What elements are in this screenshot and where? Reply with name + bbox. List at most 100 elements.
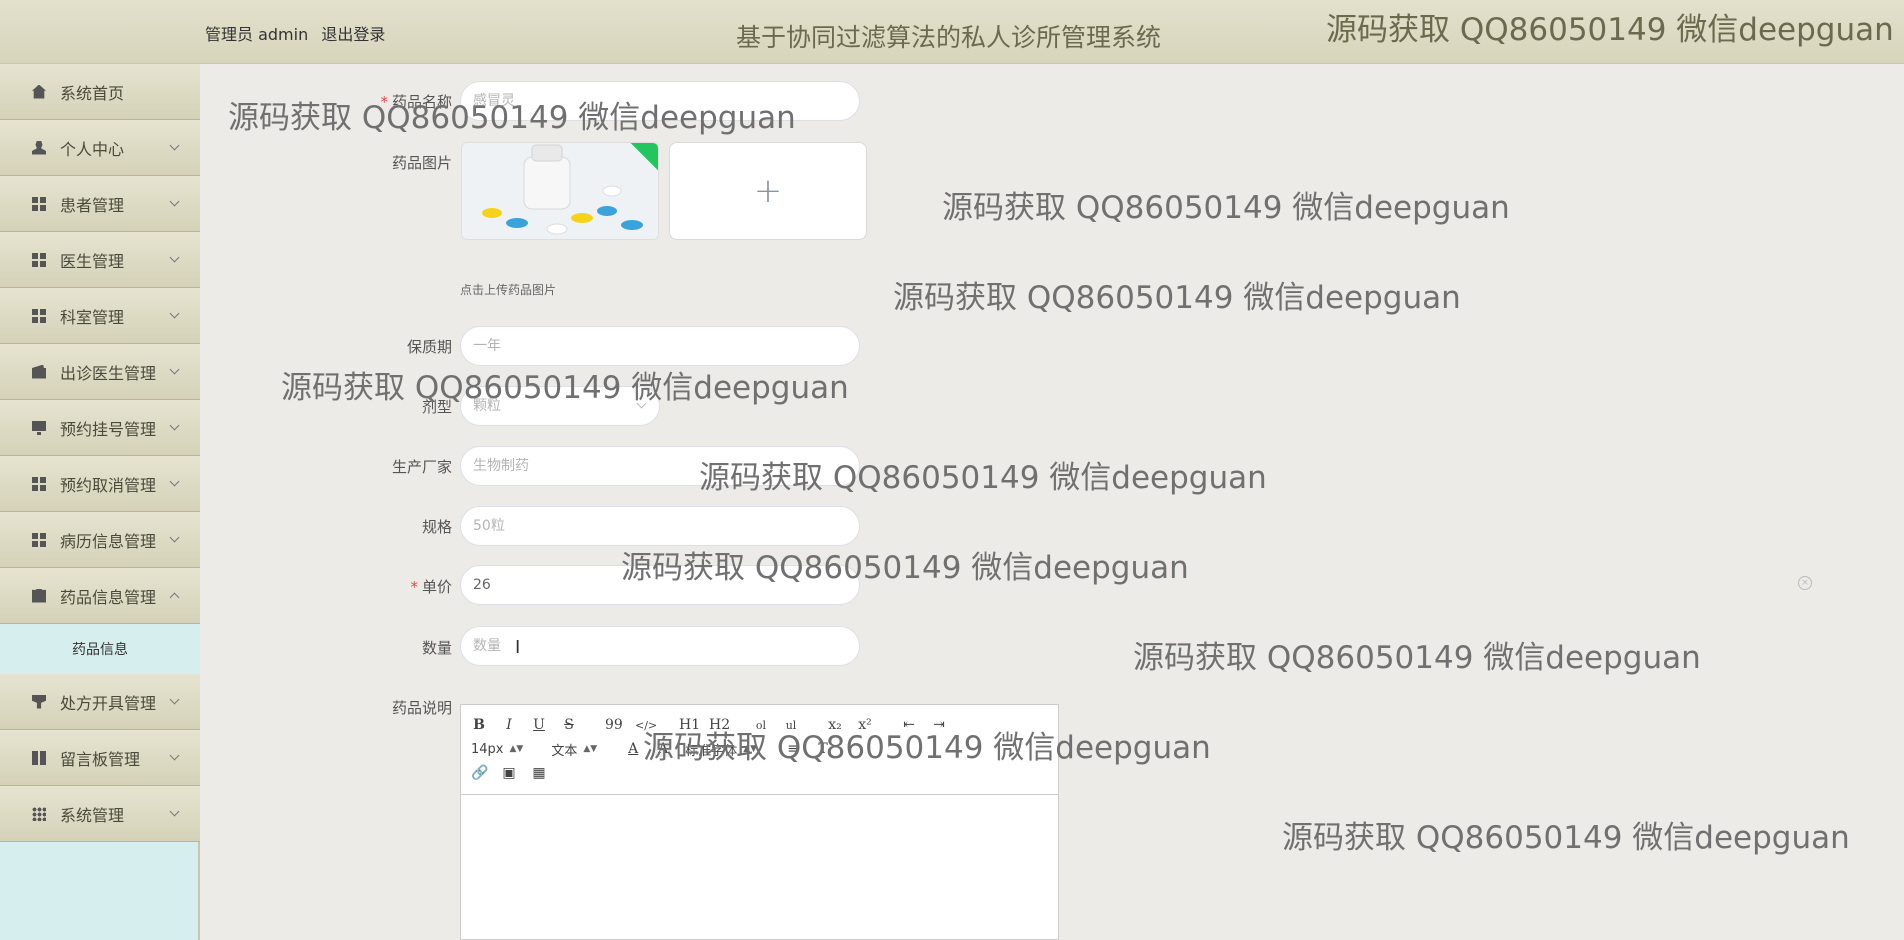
menu-system[interactable]: 系统管理 (0, 786, 200, 842)
font-size-value: 14px (471, 741, 504, 757)
font-family-value: 标准字体 (685, 743, 738, 759)
grid-icon (32, 252, 46, 267)
description-label: 药品说明 (391, 699, 452, 717)
menu-drugs[interactable]: 药品信息管理 (0, 568, 200, 624)
chevron-up-icon (169, 592, 180, 603)
watermark: 源码获取 QQ86050149 微信deepguan (1282, 820, 1850, 856)
select-caret-icon: ▲▼ (509, 744, 524, 754)
chevron-down-icon (169, 694, 180, 705)
wallet-icon (32, 364, 46, 379)
ordered-list-button[interactable]: ol (753, 719, 769, 732)
video-icon[interactable]: ▦ (531, 765, 547, 781)
logout-link[interactable]: 退出登录 (321, 25, 385, 44)
chevron-down-icon (169, 140, 180, 151)
bg-color-button[interactable]: A (655, 741, 672, 757)
grid-icon (32, 476, 46, 491)
code-button[interactable]: </> (635, 719, 657, 732)
menu-records[interactable]: 病历信息管理 (0, 512, 200, 568)
italic-button[interactable]: I (501, 717, 517, 733)
align-button[interactable]: ≡ (785, 741, 801, 757)
cup-icon (32, 694, 46, 709)
pills-image (462, 143, 658, 239)
system-title: 基于协同过滤算法的私人诊所管理系统 (736, 23, 1162, 52)
drug-image-thumbnail[interactable] (461, 142, 659, 240)
menu-profile[interactable]: 个人中心 (0, 120, 200, 176)
menu-messages[interactable]: 留言板管理 (0, 730, 200, 786)
menu-label: 病历信息管理 (60, 531, 157, 551)
h1-button[interactable]: H1 (679, 717, 700, 733)
sidebar: 系统首页 个人中心 患者管理 医生管理 科室管理 出诊医生管理 预约挂号管理 预… (0, 64, 200, 940)
dosage-form-label: 剂型 (421, 398, 452, 416)
image-icon[interactable]: ▣ (501, 765, 517, 781)
link-icon[interactable]: 🔗 (471, 765, 488, 781)
font-size-select[interactable]: 14px ▲▼ (471, 742, 523, 757)
required-mark: * (410, 578, 418, 596)
spec-input[interactable] (460, 506, 860, 546)
menu-doctors[interactable]: 医生管理 (0, 232, 200, 288)
price-label: * 单价 (352, 576, 452, 597)
manufacturer-input[interactable] (460, 446, 860, 486)
toolbar-row-3: 🔗 ▣ ▦ (471, 761, 1048, 785)
font-family-select[interactable]: 标准字体 ▲▼ (685, 740, 757, 759)
outdent-button[interactable]: ⇤ (901, 717, 917, 733)
chevron-down-icon (169, 420, 180, 431)
chevron-down-icon (169, 196, 180, 207)
home-icon (32, 84, 46, 99)
toolbar-row-1: B I U S 99 </> H1 H2 ol ul x₂ x² ⇤ ⇥ (471, 713, 1048, 737)
upload-hint: 点击上传药品图片 (460, 283, 557, 297)
clear-format-button[interactable]: T (815, 741, 831, 757)
menu-cancellations[interactable]: 预约取消管理 (0, 456, 200, 512)
shelf-life-input[interactable] (460, 326, 860, 366)
text-type-select[interactable]: 文本 ▲▼ (551, 740, 597, 759)
clear-icon[interactable]: × (1798, 576, 1812, 590)
menu-home[interactable]: 系统首页 (0, 64, 200, 120)
chevron-down-icon (169, 308, 180, 319)
submenu-drug-info[interactable]: 药品信息 (0, 624, 200, 674)
font-color-button[interactable]: A (625, 741, 641, 757)
strike-button[interactable]: S (561, 717, 577, 733)
user-icon (32, 140, 46, 155)
clipboard-icon (32, 588, 46, 603)
watermark: 源码获取 QQ86050149 微信deepguan (1133, 640, 1701, 676)
menu-label: 预约取消管理 (60, 475, 157, 495)
drug-name-input[interactable] (460, 81, 860, 121)
quote-button[interactable]: 99 (605, 717, 623, 733)
underline-button[interactable]: U (531, 717, 547, 733)
dosage-form-select[interactable]: 颗粒 (460, 386, 660, 426)
grid-icon (32, 532, 46, 547)
bullet-list-button[interactable]: ul (783, 719, 799, 732)
drug-image-label: 药品图片 (391, 154, 452, 172)
bold-button[interactable]: B (471, 717, 487, 733)
price-input[interactable] (460, 565, 860, 605)
subscript-button[interactable]: x₂ (827, 717, 843, 733)
superscript-button[interactable]: x² (857, 717, 873, 733)
menu-appointments[interactable]: 预约挂号管理 (0, 400, 200, 456)
drug-name-label: * 药品名称 (352, 91, 452, 112)
menu-label: 预约挂号管理 (60, 419, 157, 439)
apps-icon (32, 806, 46, 821)
header-user: 管理员 admin 退出登录 (205, 21, 393, 45)
rich-text-editor[interactable]: B I U S 99 </> H1 H2 ol ul x₂ x² ⇤ ⇥ 14p… (460, 704, 1059, 940)
menu-label: 患者管理 (60, 195, 125, 215)
indent-button[interactable]: ⇥ (931, 717, 947, 733)
menu-prescriptions[interactable]: 处方开具管理 (0, 674, 200, 730)
monitor-icon (32, 420, 46, 435)
watermark: 源码获取 QQ86050149 微信deepguan (942, 190, 1510, 226)
quantity-label: 数量 (421, 639, 452, 657)
upload-image-button[interactable]: + (669, 142, 867, 240)
grid-icon (32, 196, 46, 211)
editor-content-area[interactable] (461, 795, 1058, 940)
manufacturer-label: 生产厂家 (391, 458, 452, 476)
h2-button[interactable]: H2 (709, 717, 730, 733)
menu-label: 药品信息管理 (60, 587, 157, 607)
chevron-down-icon (169, 806, 180, 817)
menu-label: 个人中心 (60, 139, 125, 159)
menu-label: 系统管理 (60, 805, 125, 825)
menu-departments[interactable]: 科室管理 (0, 288, 200, 344)
menu-patients[interactable]: 患者管理 (0, 176, 200, 232)
menu-duty-doctors[interactable]: 出诊医生管理 (0, 344, 200, 400)
price-label-text: 单价 (421, 578, 452, 596)
watermark: 源码获取 QQ86050149 微信deepguan (1326, 12, 1894, 48)
chevron-down-icon (169, 364, 180, 375)
menu-label: 医生管理 (60, 251, 125, 271)
